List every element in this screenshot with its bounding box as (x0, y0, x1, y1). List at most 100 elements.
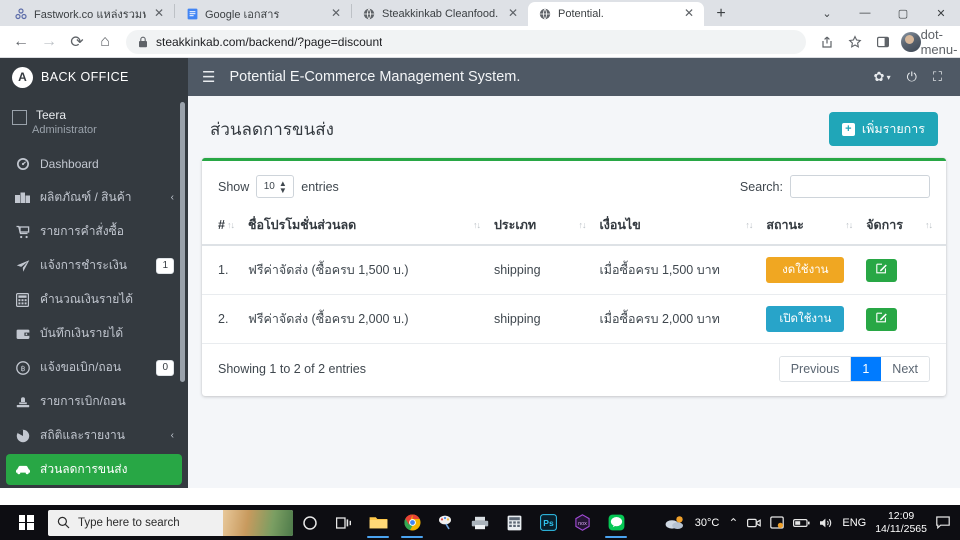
show-label: Show (218, 179, 250, 194)
browser-tab-2[interactable]: Google เอกสาร ✕ (175, 2, 351, 26)
sidebar-item-income-record[interactable]: บันทึกเงินรายได้ (6, 318, 182, 349)
user-avatar-placeholder (12, 110, 27, 125)
lock-icon (138, 36, 148, 48)
svg-text:nox: nox (578, 521, 587, 527)
sidebar-scrollbar[interactable] (180, 102, 185, 382)
speech-bubble-icon[interactable] (936, 516, 950, 529)
language-indicator[interactable]: ENG (842, 517, 866, 529)
sidebar-item-products[interactable]: ผลิตภัณฑ์ / สินค้า ‹ (6, 182, 182, 213)
cell-status: เปิดใช้งาน (766, 294, 867, 344)
chrome-icon[interactable] (396, 507, 428, 538)
home-icon[interactable]: ⌂ (92, 29, 118, 55)
avatar[interactable] (901, 31, 921, 52)
pie-chart-icon (14, 429, 31, 443)
volume-icon[interactable] (819, 517, 833, 529)
browser-tab-4[interactable]: Potential. ✕ (528, 2, 704, 26)
meet-now-icon[interactable] (747, 517, 762, 529)
minimize-button[interactable]: — (846, 0, 884, 26)
browser-tab-1[interactable]: Fastwork.co แหล่งรวมฟรีแลนซ์คุณภ ✕ (4, 2, 174, 26)
system-tray: 30°C ⌃ ENG 12:09 14/11/2565 (664, 510, 956, 536)
sidebar-item-stats[interactable]: สถิติและรายงาน ‹ (6, 420, 182, 451)
add-item-label: เพิ่มรายการ (861, 122, 925, 136)
reload-icon[interactable]: ⟳ (64, 29, 90, 55)
sidebar-item-withdraw-list[interactable]: รายการเบิก/ถอน (6, 386, 182, 417)
column-header-action[interactable]: จัดการ ↑↓ (866, 206, 946, 246)
windows-taskbar: Type here to search Ps nox 30°C ⌃ ENG 12… (0, 505, 960, 540)
th-label: ชื่อโปรโมชั่นส่วนลด (247, 218, 357, 232)
new-tab-button[interactable]: + (708, 2, 734, 26)
paint-icon[interactable] (430, 507, 462, 538)
close-icon[interactable]: ✕ (506, 7, 520, 21)
pagination-previous[interactable]: Previous (779, 357, 852, 381)
side-panel-icon[interactable] (870, 29, 896, 55)
add-item-button[interactable]: + เพิ่มรายการ (828, 112, 938, 146)
sidebar-badge: 1 (156, 257, 174, 274)
page-length-select[interactable]: 10 ▲ ▼ (256, 175, 295, 198)
search-input[interactable] (790, 175, 930, 198)
taskbar-search[interactable]: Type here to search (48, 509, 293, 536)
nox-icon[interactable]: nox (566, 507, 598, 538)
gear-icon[interactable]: ✿ ▾ (874, 69, 891, 85)
brand-logo-area[interactable]: A BACK OFFICE (0, 58, 188, 96)
table-row: 2. ฟรีค่าจัดส่ง (ซื้อครบ 2,000 บ.) shipp… (202, 294, 946, 344)
paper-plane-icon (14, 259, 31, 273)
windows-start-icon[interactable] (4, 505, 48, 540)
close-icon[interactable]: ✕ (329, 7, 343, 21)
app-navbar: A BACK OFFICE ☰ Potential E-Commerce Man… (0, 58, 960, 96)
hamburger-menu-icon[interactable]: ☰ (202, 70, 215, 85)
back-icon[interactable]: ← (8, 29, 34, 55)
column-header-name[interactable]: ชื่อโปรโมชั่นส่วนลด ↑↓ (247, 206, 494, 246)
sidebar-item-shipping-discount[interactable]: ส่วนลดการขนส่ง (6, 454, 182, 485)
chevron-down-icon: ▾ (886, 72, 891, 82)
battery-icon[interactable] (793, 518, 810, 528)
th-label: สถานะ (766, 218, 804, 232)
address-bar[interactable]: steakkinkab.com/backend/?page=discount (126, 29, 806, 54)
star-icon[interactable] (842, 29, 868, 55)
tab-strip: Fastwork.co แหล่งรวมฟรีแลนซ์คุณภ ✕ Googl… (0, 0, 960, 26)
task-view-icon[interactable] (328, 507, 360, 538)
sidebar-item-income-calc[interactable]: คำนวณเงินรายได้ (6, 284, 182, 315)
sidebar-item-orders[interactable]: รายการคำสั่งซื้อ (6, 216, 182, 247)
globe-icon (362, 7, 376, 21)
maximize-button[interactable]: ▢ (884, 0, 922, 26)
taskbar-clock[interactable]: 12:09 14/11/2565 (875, 510, 927, 536)
line-icon[interactable] (600, 507, 632, 538)
close-icon[interactable]: ✕ (152, 7, 166, 21)
chevron-left-icon: ‹ (170, 192, 174, 203)
share-icon[interactable] (814, 29, 840, 55)
sidebar-item-payment-notify[interactable]: แจ้งการชำระเงิน 1 (6, 250, 182, 281)
browser-tab-3[interactable]: Steakkinkab Cleanfood. ✕ (352, 2, 528, 26)
brand-mark: A (12, 66, 33, 88)
pagination-next[interactable]: Next (881, 357, 929, 381)
cell-type: shipping (493, 294, 600, 344)
three-dot-menu-icon[interactable]: three-dot-menu-icon (921, 12, 958, 72)
close-icon[interactable]: ✕ (682, 7, 696, 21)
status-badge[interactable]: เปิดใช้งาน (766, 306, 845, 332)
content-header: ส่วนลดการขนส่ง + เพิ่มรายการ (188, 96, 960, 158)
printer-icon[interactable] (464, 507, 496, 538)
chevron-up-icon[interactable]: ⌃ (728, 516, 738, 530)
weather-temperature: 30°C (694, 516, 720, 529)
photoshop-icon[interactable]: Ps (532, 507, 564, 538)
calculator-icon[interactable] (498, 507, 530, 538)
sidebar-item-withdraw-request[interactable]: ฿ แจ้งขอเบิก/ถอน 0 (6, 352, 182, 383)
column-header-status[interactable]: สถานะ ↑↓ (766, 206, 867, 246)
column-header-condition[interactable]: เงื่อนไข ↑↓ (599, 206, 767, 246)
cortana-icon[interactable] (294, 507, 326, 538)
close-window-button[interactable]: ✕ (922, 0, 960, 26)
edit-button[interactable] (866, 258, 898, 282)
fullscreen-icon[interactable]: ⛶ (933, 69, 942, 85)
sidebar-item-label: ส่วนลดการขนส่ง (40, 462, 128, 476)
onedrive-icon[interactable] (770, 516, 785, 529)
status-badge[interactable]: งดใช้งาน (766, 257, 845, 283)
power-icon[interactable]: ⏻ (907, 69, 917, 85)
pagination-page-1[interactable]: 1 (851, 357, 882, 381)
column-header-index[interactable]: # ↑↓ (202, 206, 248, 246)
forward-icon[interactable]: → (36, 29, 62, 55)
edit-icon (876, 312, 887, 326)
sidebar-item-dashboard[interactable]: Dashboard (6, 148, 182, 179)
file-explorer-icon[interactable] (362, 507, 394, 538)
edit-button[interactable] (866, 307, 898, 331)
column-header-type[interactable]: ประเภท ↑↓ (493, 206, 600, 246)
tab-search-icon[interactable]: ⌄ (808, 0, 846, 26)
